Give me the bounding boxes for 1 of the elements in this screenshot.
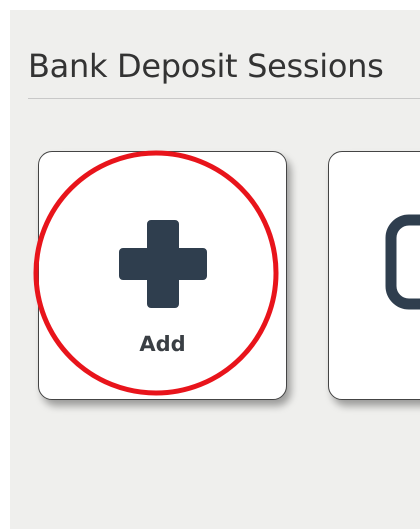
page-title: Bank Deposit Sessions (28, 48, 385, 84)
